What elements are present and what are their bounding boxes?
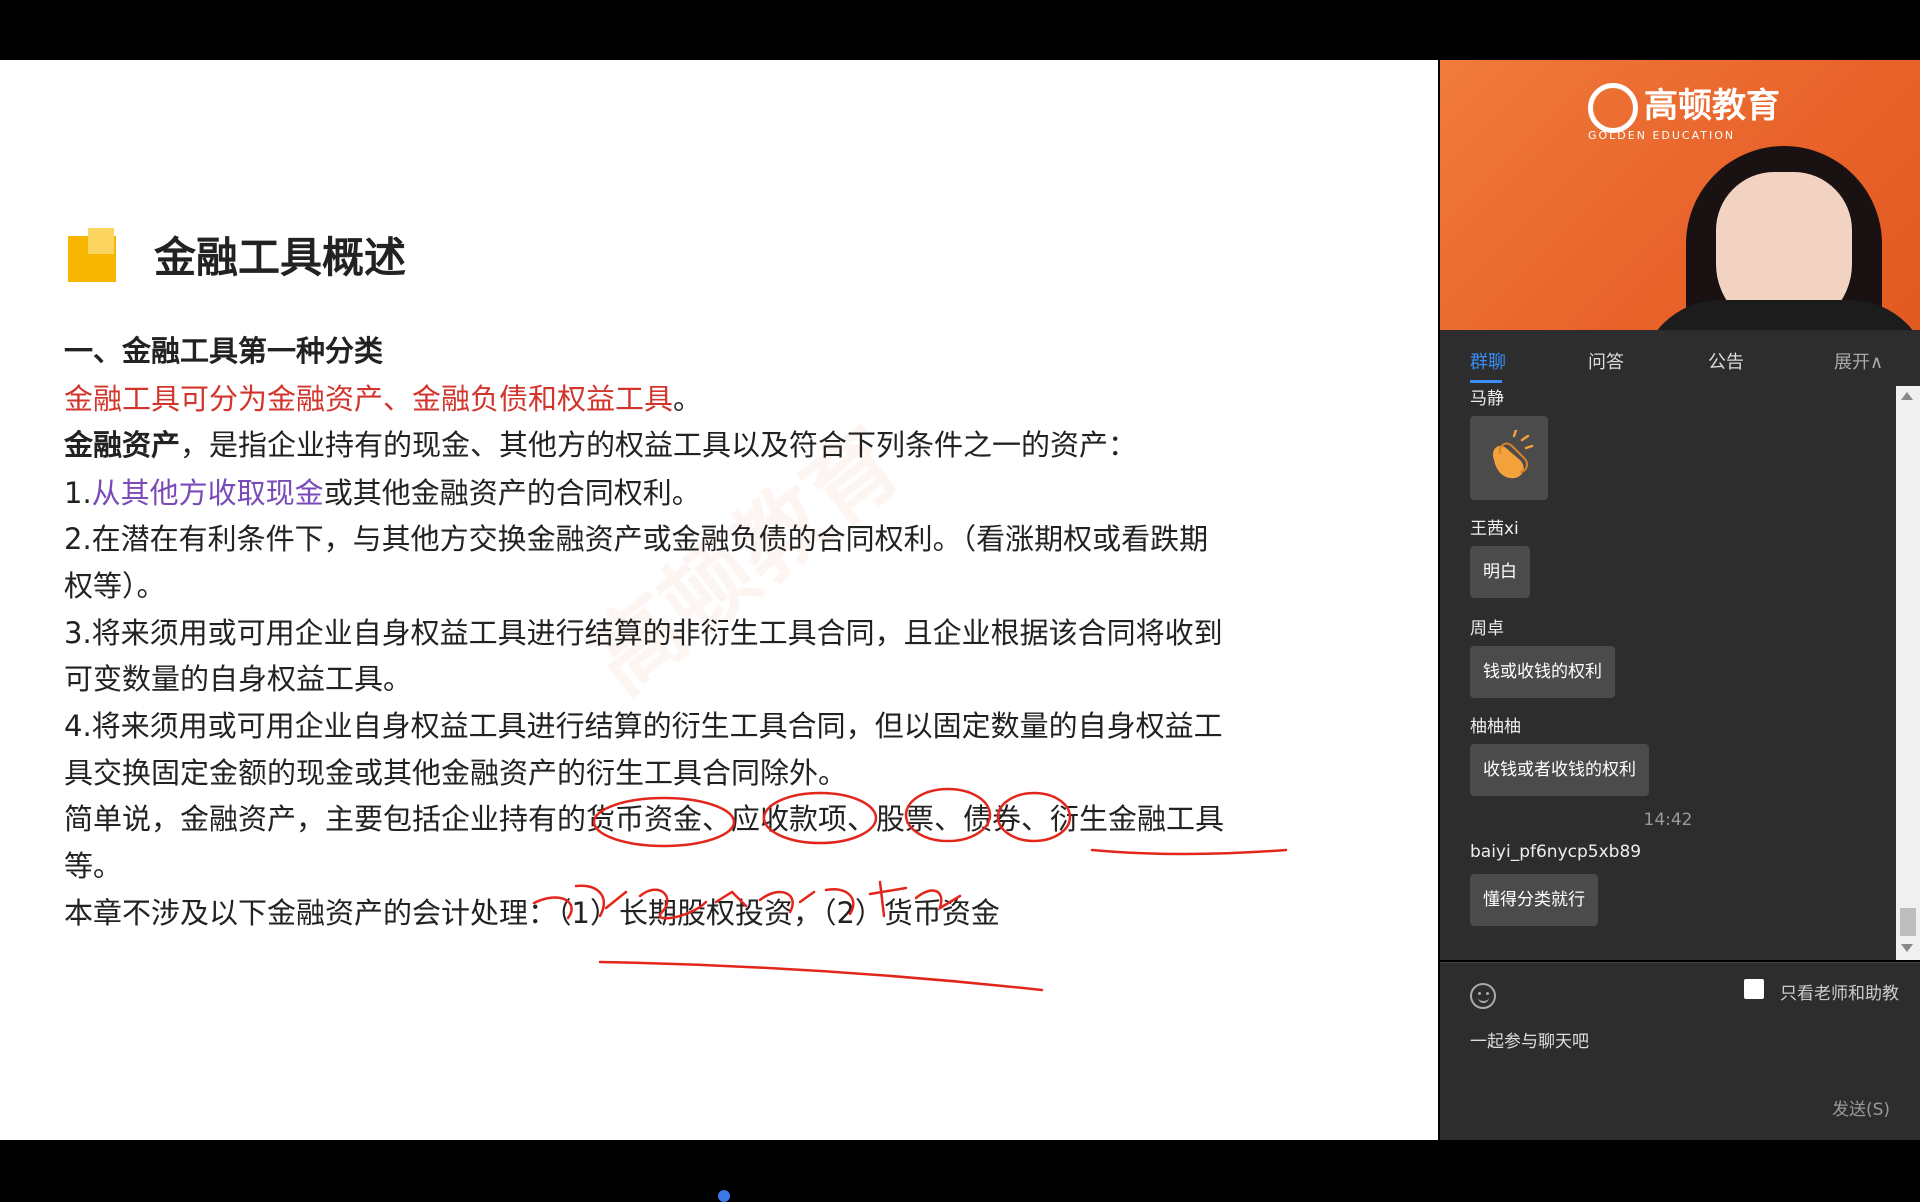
slide-line: 可变数量的自身权益工具。: [64, 656, 412, 702]
slide-line: 4.将来须用或可用企业自身权益工具进行结算的衍生工具合同，但以固定数量的自身权益…: [64, 703, 1223, 749]
slide-line: 具交换固定金额的现金或其他金融资产的衍生工具合同除外。: [64, 750, 847, 796]
slide-title: 金融工具概述: [154, 233, 407, 282]
chat-tabs: 群聊 问答 公告 展开∧: [1440, 330, 1920, 387]
slide-text: 2.在潜在有利条件下，与其他方交换金融资产或金融负债的合同权利。（看涨期权或看跌…: [64, 522, 1209, 556]
slide-text: 可变数量的自身权益工具。: [64, 662, 413, 696]
slide-line: 本章不涉及以下金融资产的会计处理：（1）长期股权投资，（2）货币资金: [64, 890, 1000, 936]
chat-username: 马静: [1470, 389, 1504, 409]
active-tab-indicator: [1470, 380, 1502, 383]
slide-line: 权等）。: [64, 563, 166, 609]
tab-group-chat[interactable]: 群聊: [1470, 348, 1506, 374]
brand-logo: 高顿教育 GOLDEN EDUCATION: [1588, 78, 1780, 142]
slide-line: 2.在潜在有利条件下，与其他方交换金融资产或金融负债的合同权利。（看涨期权或看跌…: [64, 516, 1208, 562]
slide-text: 具交换固定金额的现金或其他金融资产的衍生工具合同除外。: [64, 756, 848, 790]
slide-line: 简单说，金融资产，主要包括企业持有的货币资金、应收款项、股票、债券、衍生金融工具: [64, 796, 1224, 842]
presenter-body: [1640, 300, 1920, 330]
slide-text: 4.将来须用或可用企业自身权益工具进行结算的衍生工具合同，但以固定数量的自身权益…: [64, 709, 1223, 743]
slide-line: 金融资产，是指企业持有的现金、其他方的权益工具以及符合下列条件之一的资产：: [64, 422, 1137, 468]
slide-text: 权等）。: [64, 569, 166, 603]
chat-input[interactable]: 一起参与聊天吧: [1470, 1027, 1589, 1052]
teacher-video: 高顿教育 GOLDEN EDUCATION: [1440, 60, 1920, 330]
slide-line: 金融工具可分为金融资产、金融负债和权益工具。: [64, 376, 702, 422]
slide-text: 3.将来须用或可用企业自身权益工具进行结算的非衍生工具合同，且企业根据该合同将收…: [64, 616, 1223, 650]
chat-timestamp: 14:42: [1643, 810, 1693, 830]
only-teacher-label: 只看老师和助教: [1780, 984, 1899, 1004]
progress-indicator[interactable]: [718, 1190, 730, 1202]
emoji-icon[interactable]: [1470, 983, 1496, 1009]
scroll-up-arrow-icon[interactable]: [1901, 392, 1913, 400]
only-teacher-checkbox[interactable]: [1744, 979, 1764, 999]
slide-text: 。: [673, 382, 703, 416]
slide-text: 等。: [64, 849, 123, 883]
bottom-black-bar: [0, 1140, 1920, 1200]
logo-icon: [1588, 82, 1638, 133]
slide-text: 一、金融工具第一种分类: [64, 334, 384, 368]
chat-message: 懂得分类就行: [1470, 874, 1598, 926]
slide-text: 1.: [64, 476, 92, 510]
chat-messages: 马静 王茜xi 明白 周卓 钱或收钱的权利 柚柚柚 收钱或者收钱的权利 14:4…: [1440, 386, 1896, 960]
chat-username: 王茜xi: [1470, 519, 1519, 539]
tab-qa[interactable]: 问答: [1588, 348, 1624, 374]
chat-input-area: 只看老师和助教 一起参与聊天吧 发送(S): [1440, 962, 1920, 1141]
chat-scrollbar[interactable]: [1896, 386, 1920, 960]
slide-text: 简单说，金融资产，主要包括企业持有的货币资金、应收款项、股票、债券、衍生金融工具: [64, 802, 1225, 836]
send-button[interactable]: 发送(S): [1832, 1095, 1890, 1120]
slide-text: 或其他金融资产的合同权利。: [323, 476, 701, 510]
slide-text: 本章不涉及以下金融资产的会计处理：（1）长期股权投资，（2）货币资金: [64, 896, 1000, 930]
tab-announcement[interactable]: 公告: [1708, 348, 1744, 374]
slide-text: ，是指企业持有的现金、其他方的权益工具以及符合下列条件之一的资产：: [180, 428, 1138, 462]
chat-username: baiyi_pf6nycp5xb89: [1470, 842, 1642, 862]
top-black-bar: [0, 0, 1920, 60]
slide-area: 金融工具概述 高顿教育 一、金融工具第一种分类 金融工具可分为金融资产、金融负债和…: [0, 60, 1438, 1140]
chat-message: 收钱或者收钱的权利: [1470, 744, 1649, 796]
slide-text: 金融资产: [64, 428, 181, 462]
slide-text: 从其他方收取现金: [91, 476, 324, 510]
chat-message: 明白: [1470, 546, 1530, 598]
title-marker-icon: [68, 228, 116, 282]
scroll-down-arrow-icon[interactable]: [1901, 944, 1913, 952]
slide-line: 等。: [64, 843, 122, 889]
chat-message: 钱或收钱的权利: [1470, 646, 1615, 698]
scrollbar-thumb[interactable]: [1900, 908, 1916, 936]
clapping-hands-icon: [1492, 430, 1534, 479]
chat-username: 周卓: [1470, 619, 1504, 639]
chat-username: 柚柚柚: [1470, 717, 1521, 737]
expand-button[interactable]: 展开∧: [1834, 348, 1883, 374]
slide-line: 一、金融工具第一种分类: [64, 328, 383, 374]
slide-text: 金融工具可分为金融资产、金融负债和权益工具: [64, 382, 674, 416]
slide-line: 1.从其他方收取现金或其他金融资产的合同权利。: [64, 470, 701, 516]
chat-sticker: [1470, 416, 1548, 500]
slide-line: 3.将来须用或可用企业自身权益工具进行结算的非衍生工具合同，且企业根据该合同将收…: [64, 610, 1223, 656]
